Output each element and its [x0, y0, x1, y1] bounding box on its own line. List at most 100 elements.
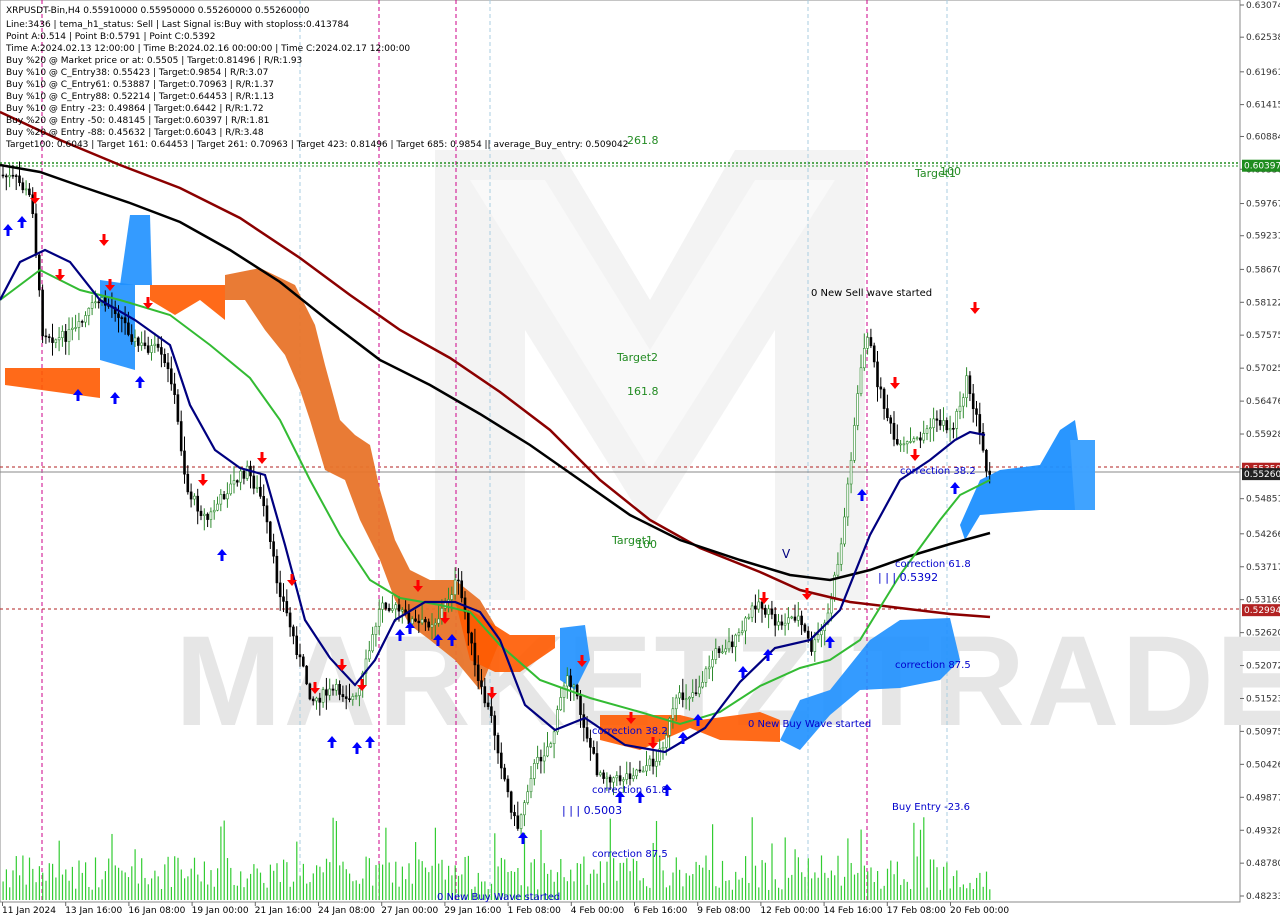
candle-body [958, 405, 962, 412]
point-c-label: | | | 0.5392 [878, 571, 938, 584]
volume-bar [896, 861, 898, 900]
candle-body [509, 791, 513, 813]
candle-body [618, 775, 622, 782]
volume-bar [184, 878, 186, 900]
volume-bar [147, 884, 149, 900]
candle-body [519, 814, 523, 829]
candle-body [150, 345, 153, 353]
volume-bar [164, 864, 166, 900]
volume-bar [355, 880, 357, 900]
candle-body [437, 618, 440, 624]
volume-bar [566, 881, 568, 900]
candle-body [397, 604, 401, 612]
volume-bar [42, 872, 44, 900]
candle-body [889, 417, 893, 424]
price-chart[interactable]: MARKETZITRADE 261.8 Target1 100 Target2 … [0, 0, 1280, 920]
volume-bar [352, 881, 354, 900]
volume-bar [5, 869, 7, 900]
candle-body [156, 343, 160, 348]
candle-body [226, 493, 229, 500]
candle-body [730, 641, 734, 648]
candle-body [635, 769, 638, 777]
volume-bar [629, 871, 631, 900]
y-tick-label: 0.52620 [1246, 629, 1280, 639]
candle-body [338, 684, 341, 695]
price-tags: 0.603970.553500.552600.52994 [1242, 159, 1280, 617]
volume-bar [415, 842, 417, 900]
candle-body [427, 621, 431, 628]
candle-body [608, 776, 612, 783]
volume-bar [675, 857, 677, 900]
candle-body [912, 438, 916, 442]
candle-body [196, 495, 199, 512]
volume-bar [349, 873, 351, 900]
candle-body [186, 473, 190, 493]
volume-bar [616, 880, 618, 900]
candle-body [971, 393, 975, 410]
y-tick-label: 0.52072 [1246, 662, 1280, 672]
candle-body [295, 635, 299, 655]
candle-body [344, 696, 348, 699]
candle-body [173, 383, 176, 395]
volume-bar [250, 873, 252, 900]
volume-bar [269, 864, 271, 900]
volume-bar [358, 883, 361, 900]
volume-bar [35, 882, 37, 900]
candle-body [80, 321, 84, 323]
candle-body [579, 695, 582, 715]
volume-bar [180, 869, 182, 900]
volume-bar [989, 889, 991, 900]
volume-bar [32, 868, 34, 900]
volume-bar [233, 884, 235, 900]
candle-body [820, 630, 823, 636]
candle-body [724, 648, 728, 653]
volume-bar [292, 881, 295, 900]
candle-body [965, 375, 968, 398]
volume-bar [217, 868, 219, 900]
candle-body [179, 421, 183, 452]
price-axis: 0.63074 0.62538 0.61961 0.61415 0.60884 0.603… [1240, 1, 1280, 902]
candle-body [239, 470, 242, 483]
candle-body [473, 642, 477, 666]
candle-body [229, 483, 232, 495]
volume-bar [134, 849, 136, 900]
volume-bar [708, 869, 710, 900]
volume-bar [398, 886, 400, 900]
volume-bar [325, 858, 328, 900]
volume-bar [167, 856, 169, 900]
volume-bar [946, 862, 948, 900]
volume-bar [807, 858, 809, 900]
candle-body [275, 555, 279, 584]
volume-bar [754, 865, 757, 900]
candle-body [684, 698, 688, 701]
candle-body [133, 337, 137, 342]
volume-bar [213, 886, 215, 900]
correction-382-label: correction 38.2 [592, 726, 668, 737]
volume-bar [735, 871, 737, 900]
volume-bar [606, 861, 608, 900]
volume-bar [573, 881, 575, 900]
correction-875-label: correction 87.5 [895, 660, 971, 671]
candle-body [37, 254, 41, 291]
y-tick-label: 0.48233 [1246, 892, 1280, 902]
volume-bar [695, 861, 697, 900]
volume-bar [811, 878, 813, 900]
candle-body [371, 634, 374, 652]
volume-bar [880, 888, 882, 900]
fib-label-261: 261.8 [627, 134, 659, 147]
candle-body [11, 174, 15, 177]
volume-bar [210, 870, 212, 900]
volume-bar [365, 856, 367, 900]
candle-body [763, 607, 767, 615]
candle-body [767, 608, 770, 615]
candle-body [638, 769, 642, 772]
volume-bar [761, 860, 763, 900]
volume-bar [985, 871, 988, 900]
candle-body [87, 307, 91, 316]
candle-body [400, 609, 404, 612]
volume-bar [276, 863, 278, 900]
candle-body [496, 735, 500, 754]
candle-body [331, 688, 335, 691]
candle-body [955, 411, 959, 429]
candle-body [513, 812, 516, 817]
